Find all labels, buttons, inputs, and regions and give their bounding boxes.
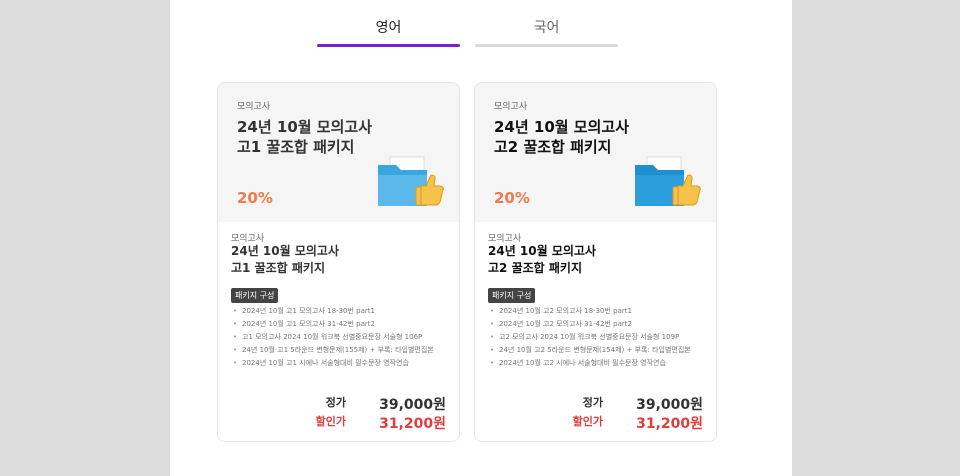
list-price-row: 정가 39,000원 xyxy=(218,394,446,414)
sale-price: 31,200원 xyxy=(636,416,703,432)
product-card[interactable]: 모의고사 24년 10월 모의고사 고2 꿀조합 패키지 20% 모의고사 24… xyxy=(474,82,717,442)
tab-label: 국어 xyxy=(533,20,560,36)
sale-price-label: 할인가 xyxy=(572,415,603,428)
content-panel: 영어 국어 모의고사 24년 10월 모의고사 고1 꿀조합 패키지 20% 모… xyxy=(170,0,792,476)
list-item: 고2 모의고사 2024 10월 워크북 선별중요문장 서술형 109P xyxy=(488,331,710,344)
thumbnail-title: 24년 10월 모의고사 고2 꿀조합 패키지 xyxy=(494,118,629,156)
package-badge: 패키지 구성 xyxy=(231,288,279,303)
tab-active-indicator xyxy=(317,44,460,47)
sale-price-row: 할인가 31,200원 xyxy=(218,413,446,433)
sale-price-row: 할인가 31,200원 xyxy=(475,413,703,433)
sale-price-label: 할인가 xyxy=(315,415,346,428)
folder-thumbs-up-icon xyxy=(635,156,701,206)
product-card[interactable]: 모의고사 24년 10월 모의고사 고1 꿀조합 패키지 20% 모의고사 24… xyxy=(217,82,460,442)
list-item: 2024년 10월 고1 모의고사 18-30번 part1 xyxy=(231,305,453,318)
list-item: 2024년 10월 고2 모의고사 18-30번 part1 xyxy=(488,305,710,318)
folder-thumbs-up-icon xyxy=(378,156,444,206)
list-price-row: 정가 39,000원 xyxy=(475,394,703,414)
product-title[interactable]: 24년 10월 모의고사 고2 꿀조합 패키지 xyxy=(488,243,596,277)
list-price-label: 정가 xyxy=(582,396,603,409)
thumbnail-title: 24년 10월 모의고사 고1 꿀조합 패키지 xyxy=(237,118,372,156)
tab-korean[interactable]: 국어 xyxy=(475,0,618,47)
list-item: 2024년 10월 고2 시에나 서술형대비 필수문장 영작연습 xyxy=(488,357,710,370)
package-item-list: 2024년 10월 고1 모의고사 18-30번 part1 2024년 10월… xyxy=(231,305,453,370)
package-item-list: 2024년 10월 고2 모의고사 18-30번 part1 2024년 10월… xyxy=(488,305,710,370)
product-title[interactable]: 24년 10월 모의고사 고1 꿀조합 패키지 xyxy=(231,243,339,277)
product-thumbnail[interactable]: 모의고사 24년 10월 모의고사 고1 꿀조합 패키지 20% xyxy=(218,83,459,222)
package-badge: 패키지 구성 xyxy=(488,288,536,303)
list-price: 39,000원 xyxy=(636,397,703,413)
tab-indicator xyxy=(475,44,618,47)
product-thumbnail[interactable]: 모의고사 24년 10월 모의고사 고2 꿀조합 패키지 20% xyxy=(475,83,716,222)
list-price: 39,000원 xyxy=(379,397,446,413)
list-item: 2024년 10월 고1 모의고사 31-42번 part2 xyxy=(231,318,453,331)
tab-label: 영어 xyxy=(375,20,402,36)
list-item: 고1 모의고사 2024 10월 워크북 선별중요문장 서술형 106P xyxy=(231,331,453,344)
discount-rate: 20% xyxy=(237,189,273,207)
list-item: 24년 10월 고1 5라운드 변형문제(155제) + 부록: 타입별편집본 xyxy=(231,344,453,357)
list-price-label: 정가 xyxy=(325,396,346,409)
list-item: 2024년 10월 고1 시에나 서술형대비 필수문장 영작연습 xyxy=(231,357,453,370)
list-item: 2024년 10월 고2 모의고사 31-42번 part2 xyxy=(488,318,710,331)
thumbnail-category: 모의고사 xyxy=(494,102,528,112)
discount-rate: 20% xyxy=(494,189,530,207)
thumbnail-category: 모의고사 xyxy=(237,102,271,112)
tab-english[interactable]: 영어 xyxy=(317,0,460,47)
sale-price: 31,200원 xyxy=(379,416,446,432)
subject-tabs: 영어 국어 xyxy=(317,0,618,48)
list-item: 24년 10월 고2 5라운드 변형문제(154제) + 부록: 타입별편집본 xyxy=(488,344,710,357)
